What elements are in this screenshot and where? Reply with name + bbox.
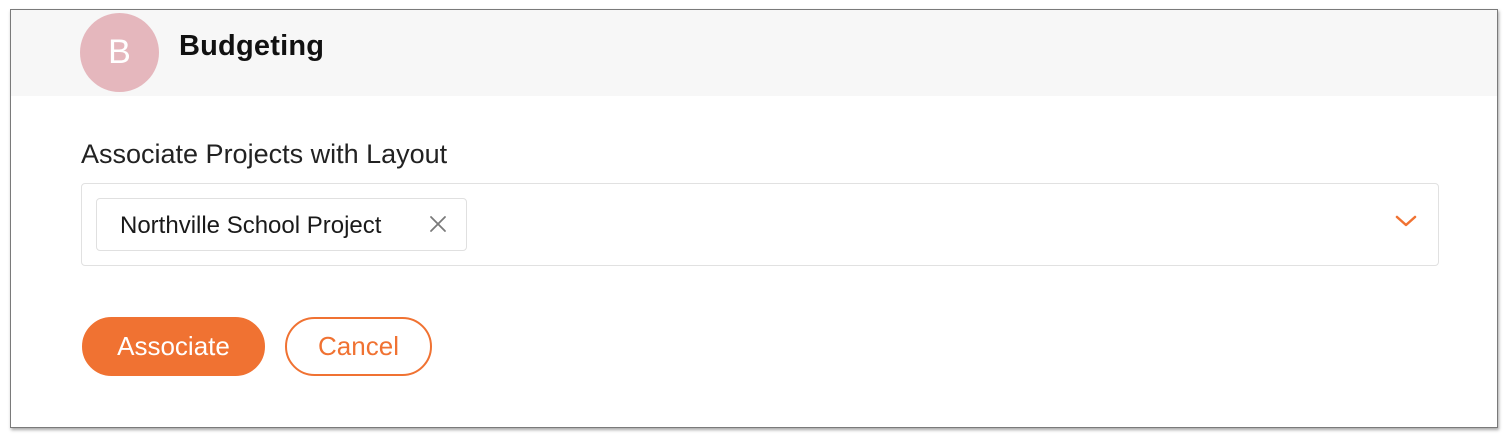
dialog: B Budgeting Associate Projects with Layo… bbox=[10, 9, 1498, 428]
associate-button[interactable]: Associate bbox=[82, 317, 265, 376]
dialog-header: B Budgeting bbox=[11, 10, 1497, 96]
selected-project-chip: Northville School Project bbox=[96, 198, 467, 251]
avatar: B bbox=[80, 13, 159, 92]
page-title: Budgeting bbox=[179, 30, 325, 62]
chevron-down-icon[interactable] bbox=[1394, 212, 1418, 230]
chip-label: Northville School Project bbox=[120, 212, 382, 239]
project-multiselect[interactable]: Northville School Project bbox=[81, 183, 1439, 266]
field-label: Associate Projects with Layout bbox=[81, 139, 448, 169]
close-icon[interactable] bbox=[427, 213, 449, 235]
cancel-button[interactable]: Cancel bbox=[285, 317, 432, 376]
